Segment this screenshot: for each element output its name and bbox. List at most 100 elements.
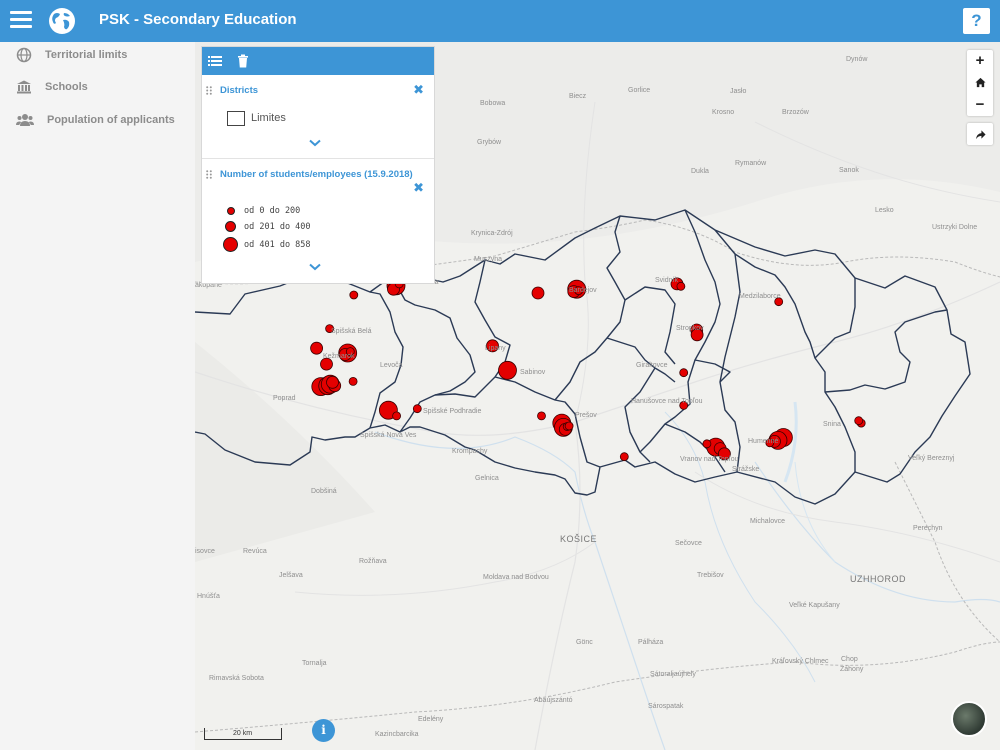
place-label: Sečovce — [675, 540, 702, 547]
school-marker[interactable] — [349, 290, 359, 300]
place-label: Levoča — [380, 362, 403, 369]
school-marker[interactable] — [531, 286, 545, 300]
list-icon[interactable] — [208, 54, 222, 68]
hamburger-menu-icon[interactable] — [10, 11, 32, 31]
place-label: Rymanów — [735, 160, 767, 167]
place-label: Hnúšťa — [197, 593, 220, 600]
sidebar-item-population[interactable]: Population of applicants — [16, 110, 175, 130]
place-label: Poprad — [273, 395, 296, 402]
place-label: Svidník — [655, 277, 678, 284]
sidebar-item-territorial-limits[interactable]: Territorial limits — [16, 45, 127, 65]
share-button[interactable] — [967, 123, 993, 145]
place-label-city: KOŠICE — [560, 534, 598, 544]
place-label: Muszyna — [474, 256, 503, 263]
place-label: Veľký Bereznyj — [908, 455, 955, 462]
scale-label: 20 km — [233, 730, 253, 737]
place-label: Humenné — [748, 438, 779, 445]
school-marker[interactable] — [498, 360, 517, 380]
limites-label: Limites — [251, 112, 286, 124]
place-label: Spišská Nová Ves — [360, 432, 417, 439]
districts-layer: Districts ✖ Limites — [202, 75, 434, 159]
sidebar-item-label: Territorial limits — [45, 49, 128, 61]
drag-handle-icon[interactable] — [206, 170, 212, 179]
institution-icon — [17, 80, 31, 94]
trash-icon[interactable] — [236, 54, 250, 68]
place-label: Bardejov — [569, 287, 597, 294]
close-icon[interactable]: ✖ — [413, 180, 424, 196]
place-label: Kráľovský Chlmec — [772, 658, 829, 665]
legend-label: od 0 do 200 — [244, 206, 301, 216]
place-label: Michalovce — [750, 518, 786, 525]
place-label: Rožňava — [359, 558, 387, 565]
place-label: Gönc — [576, 639, 593, 646]
place-label: Hanušovce nad Topľou — [631, 398, 703, 405]
place-label: Záhony — [840, 666, 864, 673]
place-label: Grybów — [477, 139, 502, 146]
place-label: Moldava nad Bodvou — [483, 574, 549, 581]
school-marker[interactable] — [392, 411, 402, 421]
sidebar: Territorial limits Schools Population of… — [0, 42, 195, 750]
sidebar-item-label: Schools — [45, 81, 88, 93]
home-icon — [974, 77, 986, 88]
place-label: Prešov — [575, 412, 597, 419]
place-label: Lipany — [485, 345, 506, 352]
layer-panel: Districts ✖ Limites Number of students/e… — [201, 46, 435, 284]
school-marker[interactable] — [310, 341, 323, 355]
chevron-down-icon[interactable] — [309, 139, 321, 147]
place-label: Giraltovce — [636, 362, 668, 369]
place-label: Dobšiná — [311, 488, 337, 495]
place-label: Brzozów — [782, 109, 809, 116]
school-marker[interactable] — [676, 281, 686, 291]
school-marker[interactable] — [702, 439, 712, 449]
place-label: Spišská Belá — [331, 328, 372, 335]
legend-label: od 201 do 400 — [244, 221, 311, 232]
scale-bar: 20 km — [204, 728, 282, 740]
share-arrow-icon — [975, 130, 986, 140]
students-layer: Number of students/employees (15.9.2018)… — [202, 160, 434, 284]
place-label: Ustrzyki Dolne — [932, 224, 978, 231]
basemap-switcher-button[interactable] — [951, 701, 987, 737]
legend-item-medium: od 201 do 400 — [224, 221, 311, 232]
chevron-down-icon[interactable] — [309, 263, 321, 271]
place-label: Chop — [841, 656, 858, 663]
school-marker[interactable] — [564, 421, 574, 431]
place-label: Jasło — [730, 88, 747, 95]
legend-item-large: od 401 do 858 — [223, 237, 311, 252]
users-icon — [16, 114, 34, 126]
school-marker[interactable] — [619, 452, 629, 462]
app-header: PSK - Secondary Education ? — [0, 0, 1000, 42]
place-label: Sárospatak — [648, 703, 684, 710]
legend-marker — [227, 207, 235, 215]
zoom-in-button[interactable]: + — [967, 50, 993, 72]
school-marker[interactable] — [412, 404, 422, 414]
place-label: Jelšava — [279, 572, 303, 579]
place-label: Krompachy — [452, 448, 488, 455]
info-button[interactable]: i — [312, 719, 335, 742]
place-label: Gelnica — [475, 475, 499, 482]
home-button[interactable] — [967, 72, 993, 94]
close-icon[interactable]: ✖ — [413, 82, 424, 98]
limites-checkbox[interactable] — [227, 111, 245, 126]
school-marker[interactable] — [679, 368, 689, 378]
place-label-city: UZHHOROD — [850, 574, 906, 584]
drag-handle-icon[interactable] — [206, 86, 212, 95]
legend-marker — [225, 221, 236, 232]
zoom-out-button[interactable]: − — [967, 94, 993, 116]
help-button[interactable]: ? — [963, 8, 990, 34]
legend-marker — [223, 237, 238, 252]
place-label: isovce — [195, 548, 215, 555]
place-label: Snina — [823, 421, 841, 428]
legend-label: od 401 do 858 — [244, 239, 311, 250]
place-label: Veľké Kapušany — [789, 602, 840, 609]
place-label: Biecz — [569, 93, 587, 100]
school-marker[interactable] — [854, 416, 864, 426]
zoom-controls: + − — [967, 50, 993, 116]
school-marker[interactable] — [326, 375, 339, 389]
school-marker[interactable] — [348, 376, 358, 386]
districts-layer-title: Districts — [220, 85, 259, 96]
globe-icon — [16, 47, 32, 63]
place-label: Sanok — [839, 167, 859, 174]
place-label: Kežmarok — [323, 353, 355, 360]
school-marker[interactable] — [537, 411, 546, 421]
sidebar-item-schools[interactable]: Schools — [16, 77, 88, 97]
